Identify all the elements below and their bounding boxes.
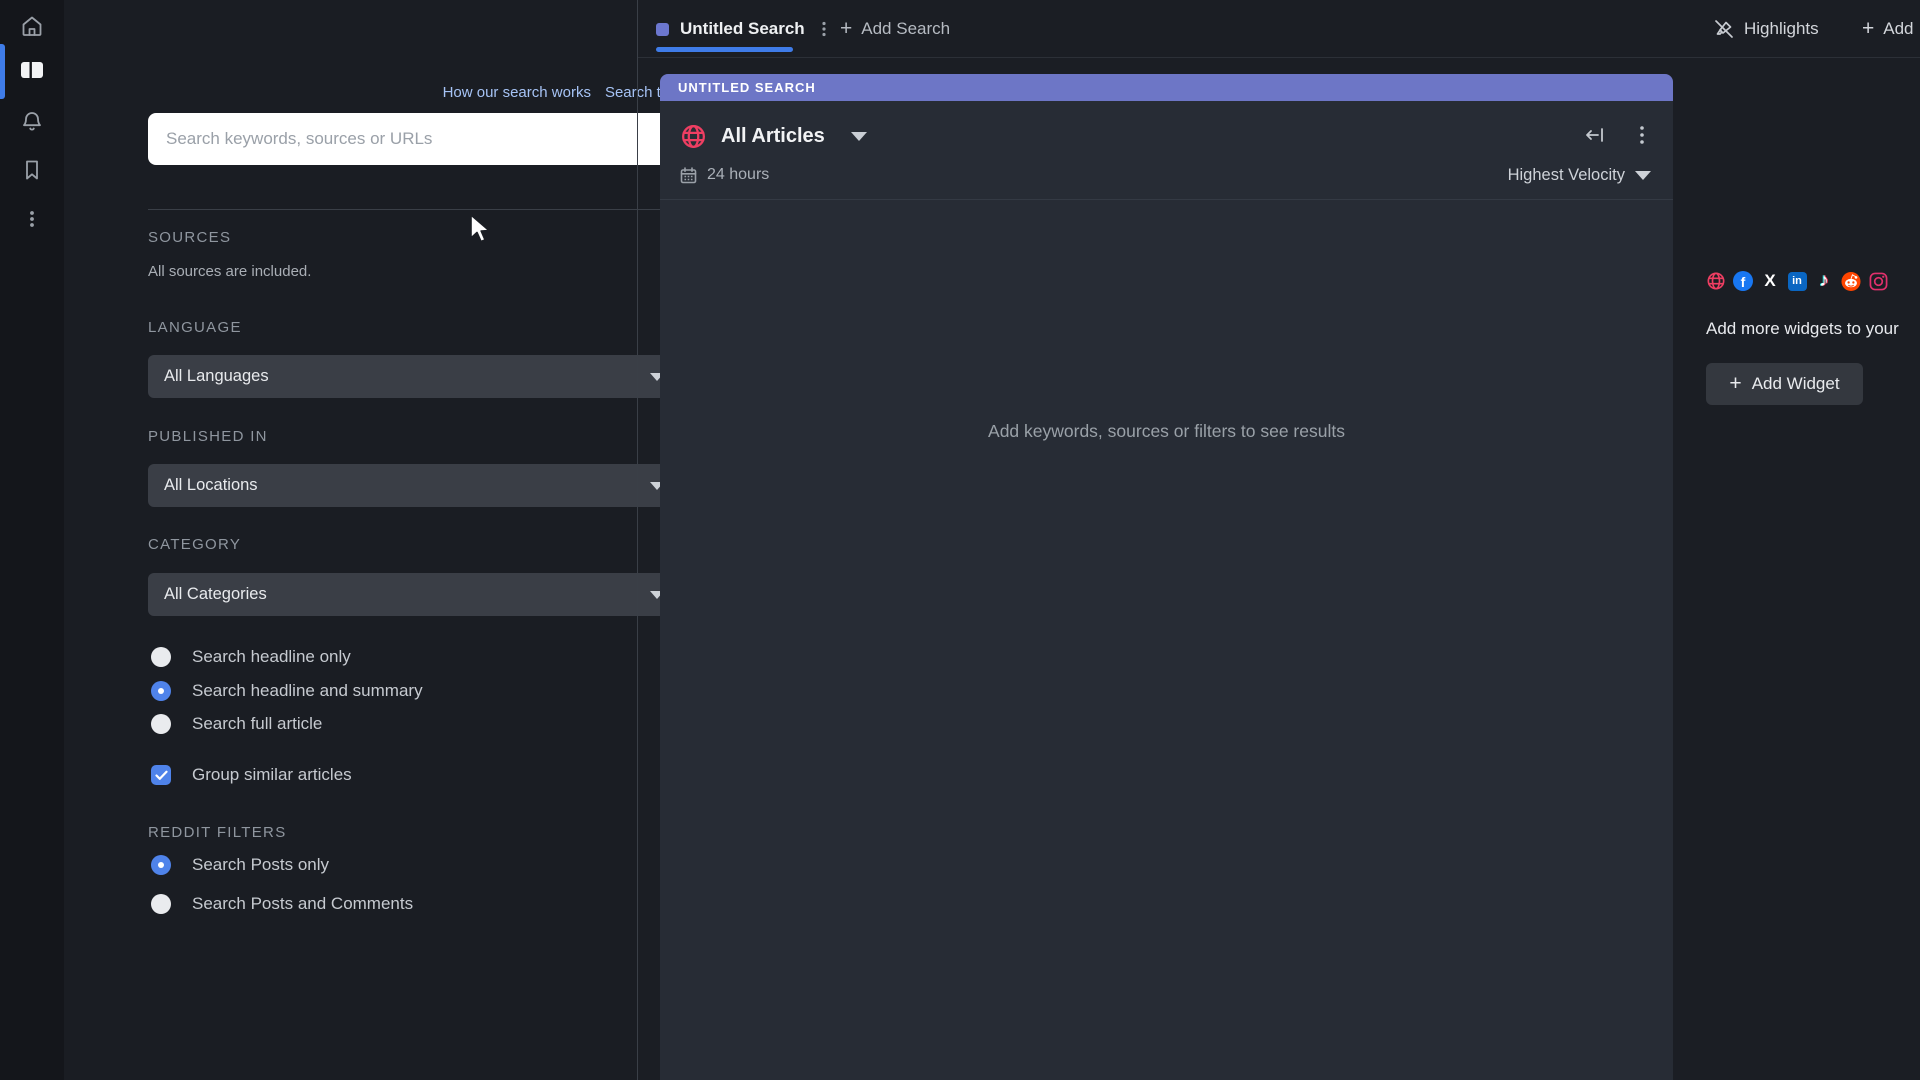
left-icon-rail — [0, 0, 64, 1080]
home-icon — [20, 14, 44, 38]
bell-icon — [20, 109, 44, 133]
column-header-bar[interactable]: UNTITLED SEARCH — [660, 74, 1673, 101]
plus-icon: + — [1729, 373, 1741, 394]
add-widget-label: Add Widget — [1752, 374, 1840, 394]
time-range-value: 24 hours — [707, 166, 769, 184]
radio-icon — [151, 714, 171, 734]
plus-icon: + — [1862, 18, 1874, 39]
column-meta-row: 24 hours Highest Velocity — [660, 162, 1673, 198]
checkbox-checked-icon — [151, 765, 171, 785]
highlights-label: Highlights — [1744, 19, 1819, 39]
tab-kebab-icon[interactable] — [816, 20, 832, 38]
sidebar-item-more[interactable] — [0, 197, 64, 241]
highlights-toggle[interactable]: Highlights — [1712, 0, 1819, 58]
widgets-panel: f X in ♪ Add more widgets to your + — [1674, 59, 1920, 1080]
collapse-column-icon[interactable] — [1585, 126, 1605, 144]
boards-icon — [19, 58, 45, 82]
published-in-dropdown[interactable]: All Locations — [148, 464, 680, 507]
tiktok-icon[interactable]: ♪ — [1814, 271, 1834, 291]
plus-icon: + — [840, 18, 852, 39]
radio-search-full-article[interactable]: Search full article — [151, 712, 322, 736]
radio-search-headline-summary[interactable]: Search headline and summary — [151, 679, 423, 703]
add-widget-button[interactable]: + Add Widget — [1706, 363, 1863, 405]
highlighter-off-icon — [1712, 17, 1736, 41]
sidebar-item-bookmarks[interactable] — [0, 148, 64, 192]
time-range-selector[interactable]: 24 hours — [680, 166, 769, 184]
sort-selector[interactable]: Highest Velocity — [1508, 166, 1651, 185]
empty-state-message: Add keywords, sources or filters to see … — [660, 421, 1673, 442]
filters-divider — [148, 209, 680, 210]
add-label: Add — [1883, 19, 1913, 39]
filters-panel: How our search works Search tips SOURCES… — [64, 0, 637, 1080]
radio-search-headline-only[interactable]: Search headline only — [151, 645, 351, 669]
radio-icon — [151, 894, 171, 914]
add-button-truncated[interactable]: + Add — [1862, 0, 1914, 58]
panel-divider — [637, 0, 638, 1080]
radio-label: Search Posts and Comments — [192, 894, 413, 914]
radio-label: Search Posts only — [192, 855, 329, 875]
radio-selected-icon — [151, 681, 171, 701]
calendar-icon — [680, 167, 697, 184]
tab-color-square-icon — [656, 23, 669, 36]
widgets-caption: Add more widgets to your — [1706, 319, 1899, 339]
keyword-search-box — [148, 113, 680, 165]
sidebar-item-boards[interactable] — [0, 48, 64, 92]
radio-label: Search full article — [192, 714, 322, 734]
how-search-works-link[interactable]: How our search works — [443, 84, 591, 101]
radio-search-posts-only[interactable]: Search Posts only — [151, 853, 329, 877]
chevron-down-icon — [1635, 171, 1651, 180]
sidebar-item-home[interactable] — [0, 4, 64, 48]
column-header-divider — [660, 199, 1673, 200]
category-dropdown[interactable]: All Categories — [148, 573, 680, 616]
sources-section-label: SOURCES — [148, 229, 231, 246]
chevron-down-icon — [851, 132, 867, 141]
facebook-icon[interactable]: f — [1733, 271, 1753, 291]
globe-icon — [680, 123, 707, 150]
language-section-label: LANGUAGE — [148, 319, 242, 336]
radio-selected-icon — [151, 855, 171, 875]
x-icon[interactable]: X — [1760, 271, 1780, 291]
reddit-icon[interactable] — [1841, 271, 1861, 291]
radio-icon — [151, 647, 171, 667]
checkbox-label: Group similar articles — [192, 765, 352, 785]
column-header-label: UNTITLED SEARCH — [678, 80, 816, 95]
column-actions — [1585, 125, 1645, 145]
web-globe-icon[interactable] — [1706, 271, 1726, 291]
language-dropdown-value: All Languages — [164, 367, 269, 386]
radio-search-posts-comments[interactable]: Search Posts and Comments — [151, 892, 413, 916]
published-in-section-label: PUBLISHED IN — [148, 428, 268, 445]
instagram-icon[interactable] — [1868, 271, 1888, 291]
linkedin-icon[interactable]: in — [1787, 271, 1807, 291]
search-column: UNTITLED SEARCH All Articles — [660, 74, 1673, 1080]
sidebar-item-alerts[interactable] — [0, 99, 64, 143]
bookmark-icon — [21, 158, 43, 182]
add-search-label: Add Search — [861, 19, 950, 39]
language-dropdown[interactable]: All Languages — [148, 355, 680, 398]
published-in-dropdown-value: All Locations — [164, 476, 258, 495]
search-input[interactable] — [166, 129, 662, 149]
sources-description: All sources are included. — [148, 263, 311, 280]
column-kebab-icon[interactable] — [1639, 125, 1645, 145]
widget-source-icons-row: f X in ♪ — [1706, 271, 1888, 291]
radio-label: Search headline only — [192, 647, 351, 667]
help-links-row: How our search works Search tips — [64, 84, 680, 101]
source-selector-value: All Articles — [721, 125, 825, 148]
reddit-filters-section-label: REDDIT FILTERS — [148, 824, 287, 841]
add-search-button[interactable]: + Add Search — [840, 0, 950, 58]
sort-value: Highest Velocity — [1508, 166, 1625, 185]
active-tab-underline — [656, 47, 793, 52]
category-dropdown-value: All Categories — [164, 585, 267, 604]
tab-title: Untitled Search — [680, 19, 805, 39]
source-selector[interactable]: All Articles — [680, 123, 867, 150]
category-section-label: CATEGORY — [148, 536, 241, 553]
radio-label: Search headline and summary — [192, 681, 423, 701]
checkbox-group-similar-articles[interactable]: Group similar articles — [151, 763, 352, 787]
kebab-menu-icon — [20, 207, 44, 231]
